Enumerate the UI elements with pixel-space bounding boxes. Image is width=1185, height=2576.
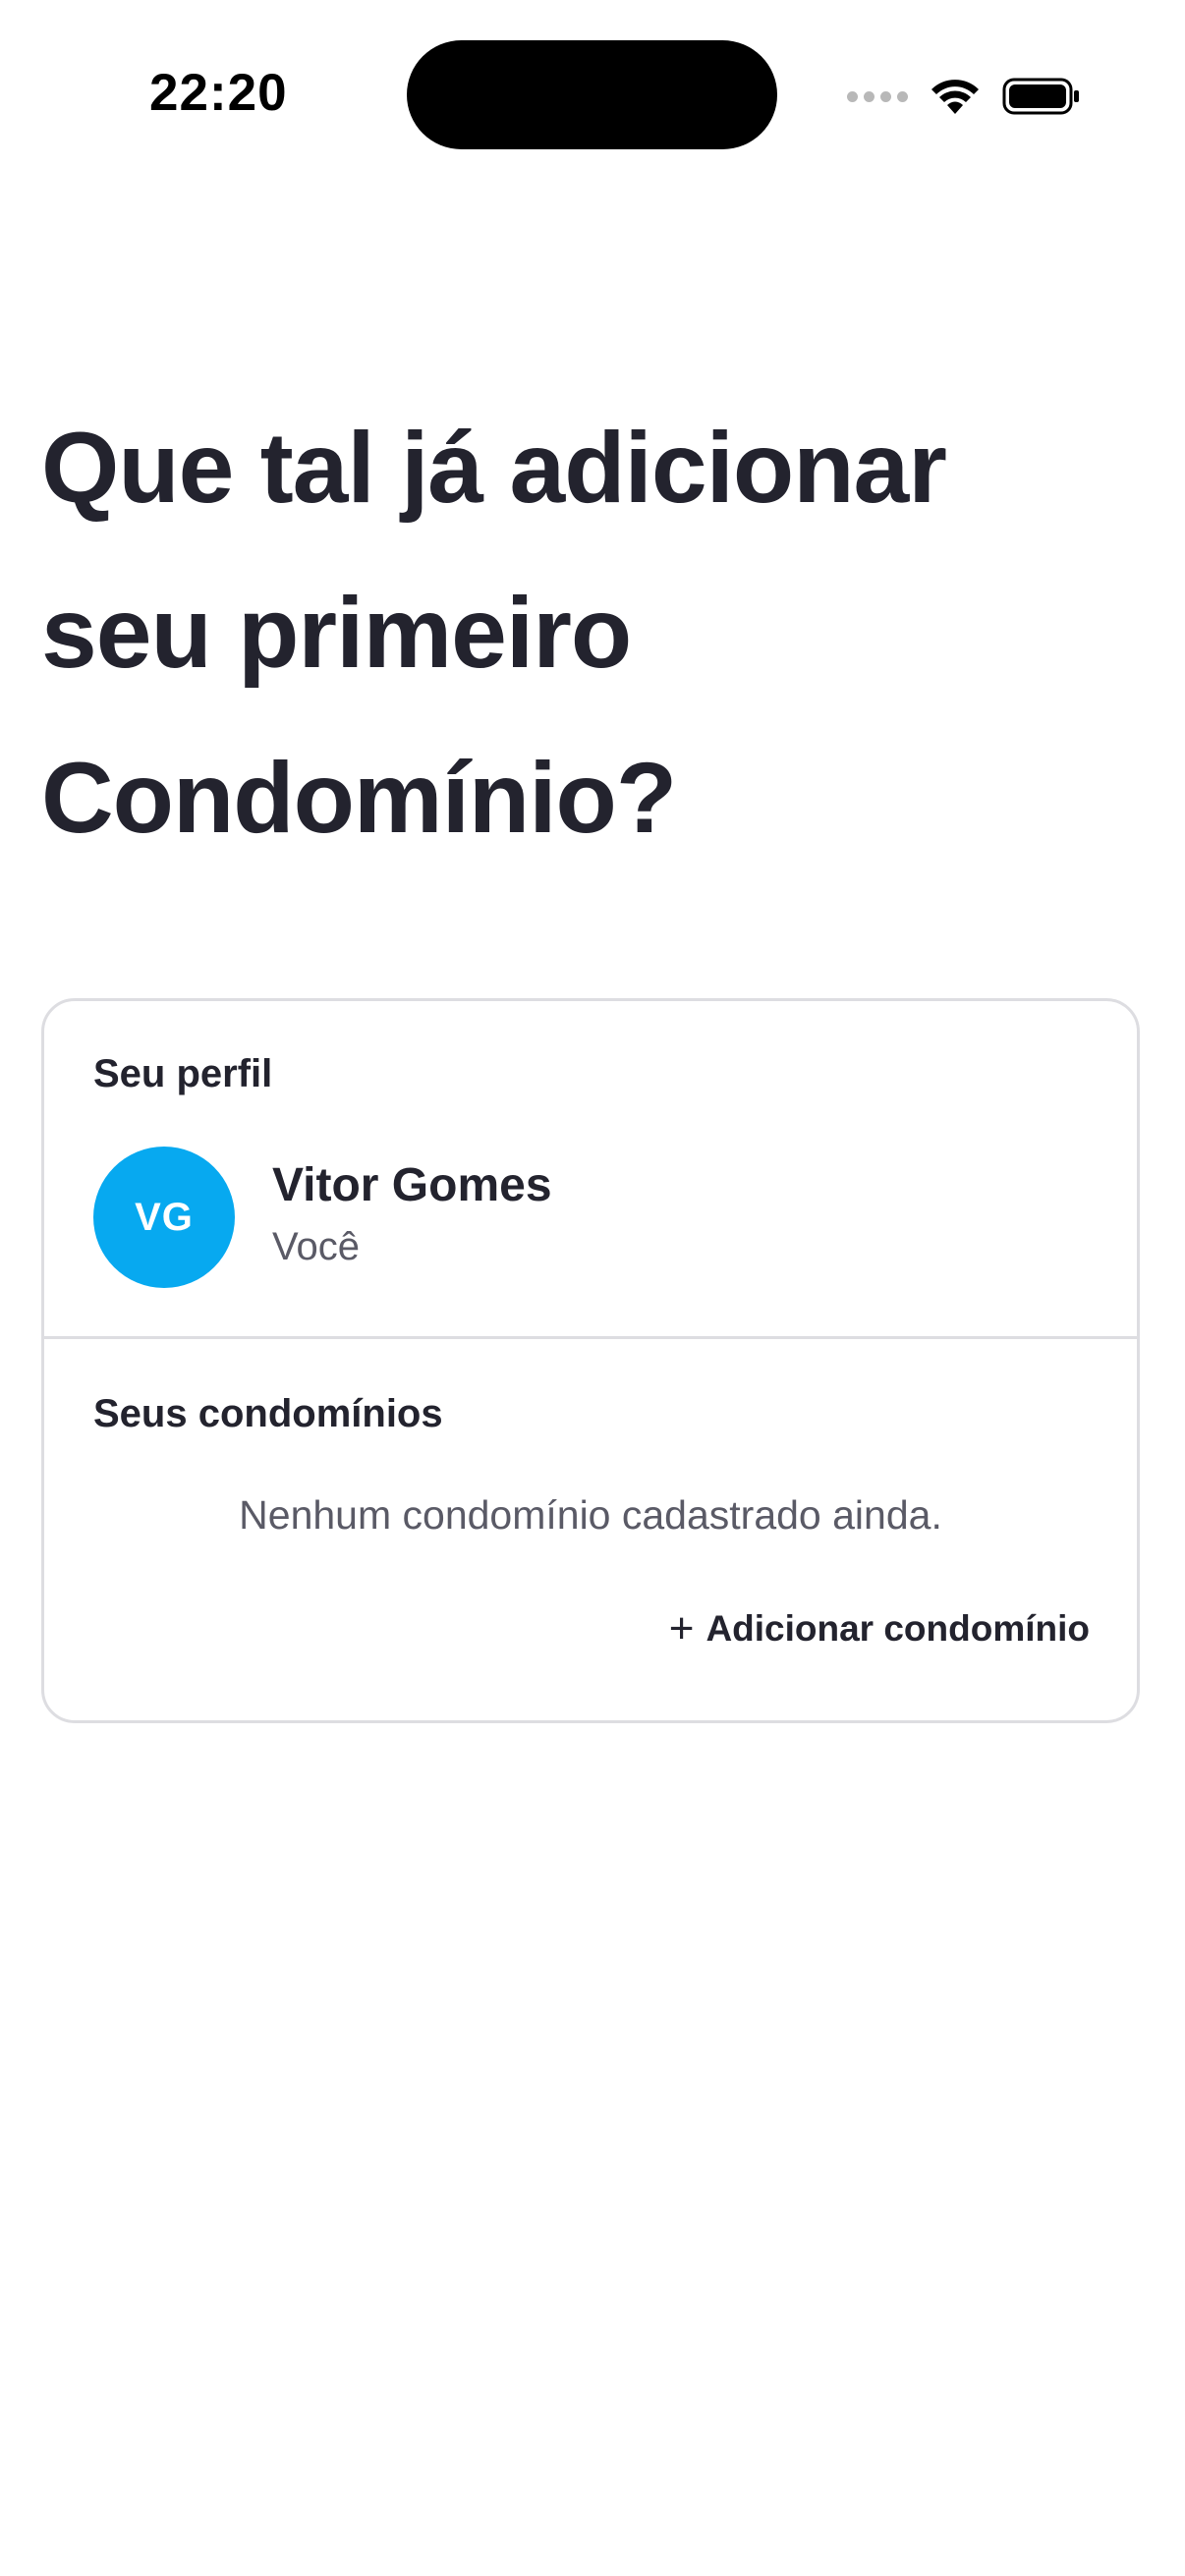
status-time: 22:20 <box>149 64 288 122</box>
signal-icon <box>847 90 908 102</box>
profile-name: Vitor Gomes <box>272 1159 552 1211</box>
profile-section-title: Seu perfil <box>93 1052 273 1095</box>
card-divider <box>44 1336 1137 1339</box>
empty-state-text: Nenhum condomínio cadastrado ainda. <box>239 1492 942 1538</box>
headline-line-3: Condomínio? <box>41 742 677 854</box>
condos-section-title: Seus condomínios <box>93 1392 443 1435</box>
battery-icon <box>1002 78 1079 115</box>
plus-icon: + <box>668 1604 695 1652</box>
headline-line-1: Que tal já adicionar <box>41 412 947 524</box>
status-icons <box>847 71 1081 122</box>
add-condo-label: Adicionar condomínio <box>705 1608 1090 1649</box>
page-headline: Que tal já adicionar seu primeiro Condom… <box>41 385 1142 880</box>
avatar-initials: VG <box>135 1195 194 1239</box>
profile-card: Seu perfil VG Vitor Gomes Você Seus cond… <box>41 998 1140 1723</box>
status-bar: 22:20 <box>0 0 1185 187</box>
add-condo-button[interactable]: + Adicionar condomínio <box>669 1607 1090 1651</box>
headline-line-2: seu primeiro <box>41 577 632 689</box>
avatar: VG <box>93 1147 235 1288</box>
wifi-icon <box>931 80 979 114</box>
profile-role: Você <box>272 1225 360 1268</box>
dynamic-island <box>407 40 777 149</box>
